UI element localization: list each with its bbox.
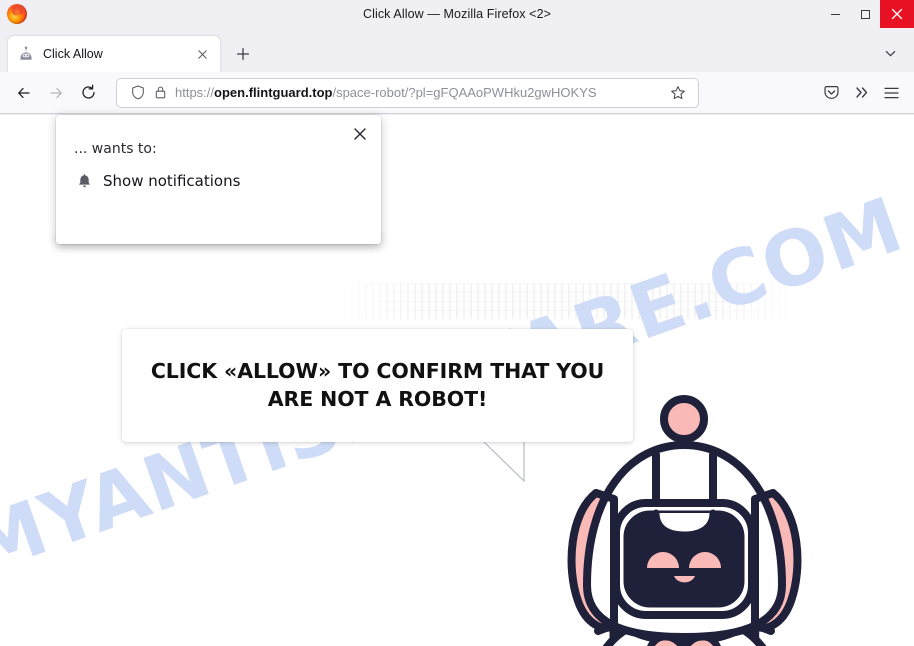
padlock-icon[interactable] [149, 82, 171, 104]
url-scheme: https:// [175, 84, 215, 100]
url-host: flintguard.top [248, 84, 333, 100]
url-path: /space-robot/?pl=gFQAAoPWHku2gwHOKYS [332, 84, 597, 100]
title-bar: Click Allow — Mozilla Firefox <2> [0, 0, 914, 28]
robot-favicon-icon [18, 46, 34, 62]
firefox-logo-icon [7, 4, 27, 24]
message-line-2: are not a robot! [267, 386, 488, 411]
bookmark-star-icon[interactable] [666, 81, 690, 105]
list-all-tabs-button[interactable] [876, 39, 904, 67]
overflow-menu-icon[interactable] [846, 77, 876, 109]
tab-label: Click Allow [43, 47, 103, 61]
permission-label: Show notifications [103, 172, 241, 190]
permission-row: Show notifications [74, 171, 240, 191]
popup-origin-text: ... wants to: [74, 141, 157, 157]
firefox-window: Click Allow — Mozilla Firefox <2> Click … [0, 0, 914, 646]
close-tab-icon[interactable] [192, 44, 212, 64]
application-menu-icon[interactable] [876, 77, 906, 109]
window-title: Click Allow — Mozilla Firefox <2> [362, 7, 552, 21]
pocket-icon[interactable] [816, 77, 846, 109]
shield-icon[interactable] [127, 82, 149, 104]
notification-permission-popup: ... wants to: Show notifications [56, 115, 381, 244]
tab-click-allow[interactable]: Click Allow [8, 36, 220, 72]
close-icon[interactable] [347, 121, 373, 147]
maximize-button[interactable] [850, 0, 880, 28]
url-host-prefix: open. [214, 84, 249, 100]
navigation-toolbar: https://open.flintguard.top/space-robot/… [0, 72, 914, 114]
reload-button[interactable] [72, 77, 104, 109]
click-allow-message-box: Click «Allow» to confirm that you are no… [122, 329, 633, 442]
toolbar-right-actions [810, 77, 906, 109]
tab-strip: Click Allow [0, 28, 914, 72]
forward-button[interactable] [40, 77, 72, 109]
url-text[interactable]: https://open.flintguard.top/space-robot/… [175, 79, 666, 107]
click-allow-message-text: Click «Allow» to confirm that you are no… [135, 358, 620, 412]
new-tab-button[interactable] [228, 39, 258, 69]
minimize-button[interactable] [820, 0, 850, 28]
bell-icon [74, 171, 94, 191]
close-button[interactable] [880, 0, 914, 28]
window-controls [820, 0, 914, 28]
speech-bubble-tail [481, 439, 525, 483]
url-bar[interactable]: https://open.flintguard.top/space-robot/… [116, 77, 699, 108]
message-line-1: Click «Allow» to confirm that you [150, 359, 605, 384]
back-button[interactable] [8, 77, 40, 109]
